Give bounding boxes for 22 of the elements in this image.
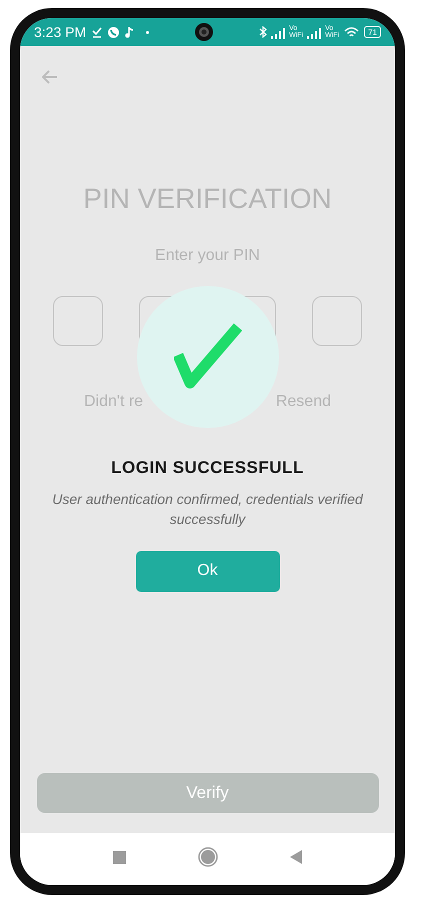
music-note-icon [125,26,134,38]
dialog-title: LOGIN SUCCESSFULL [111,457,304,479]
back-triangle-icon[interactable] [290,850,302,864]
signal-icon [307,28,324,39]
dot-icon [146,30,150,34]
home-circle-icon[interactable] [198,847,218,867]
battery-indicator: 71 [364,26,381,38]
wifi-icon [344,26,360,38]
pin-field[interactable] [53,296,103,346]
download-done-icon [92,26,102,38]
bluetooth-icon [259,26,268,38]
recents-square-icon[interactable] [113,850,126,864]
pin-field[interactable] [312,296,362,346]
check-icon [174,323,242,391]
signal-icon [271,28,288,39]
phone-icon [108,26,120,38]
back-arrow-icon [42,70,58,84]
dialog-message: User authentication confirmed, credentials verified successfully [51,490,364,528]
ok-button[interactable]: Ok [136,550,280,592]
verify-button[interactable]: Verify [36,773,378,813]
status-time: 3:23 PM [34,22,86,42]
camera-icon [195,23,214,41]
